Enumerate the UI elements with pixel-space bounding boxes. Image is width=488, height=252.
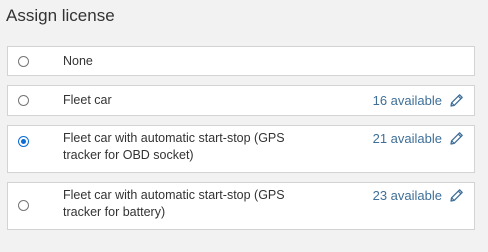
pencil-icon[interactable] (448, 92, 465, 109)
radio-button-fleet-car-battery[interactable] (18, 200, 29, 211)
pencil-icon[interactable] (448, 187, 465, 204)
license-option-fleet-car-obd[interactable]: Fleet car with automatic start-stop (GPS… (7, 125, 475, 173)
panel-title: Assign license (6, 6, 115, 25)
license-option-label: Fleet car with automatic start-stop (GPS… (63, 188, 285, 219)
license-option-label: Fleet car with automatic start-stop (GPS… (63, 131, 285, 162)
availability-link[interactable]: 16 available (373, 93, 442, 108)
license-option-label: None (63, 54, 93, 68)
radio-button-fleet-car-obd[interactable] (18, 136, 29, 147)
license-options: None Fleet car 16 available Fleet car wi… (7, 46, 475, 239)
availability-link[interactable]: 21 available (373, 131, 442, 146)
license-option-label: Fleet car (63, 93, 112, 107)
pencil-icon[interactable] (448, 130, 465, 147)
license-option-fleet-car-battery[interactable]: Fleet car with automatic start-stop (GPS… (7, 182, 475, 230)
radio-button-fleet-car[interactable] (18, 95, 29, 106)
license-option-none[interactable]: None (7, 46, 475, 76)
license-option-fleet-car[interactable]: Fleet car 16 available (7, 85, 475, 116)
availability-link[interactable]: 23 available (373, 188, 442, 203)
radio-button-none[interactable] (18, 56, 29, 67)
